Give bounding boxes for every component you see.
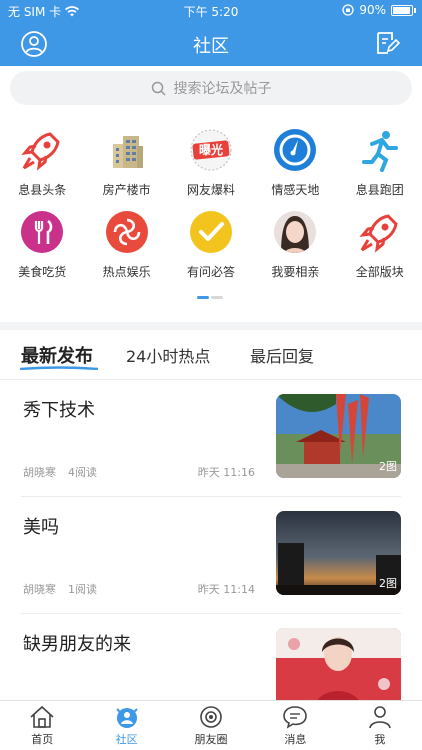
tabbar-label: 社区 [115,733,138,746]
swirl-icon [105,210,149,254]
battery-cap [414,7,416,13]
post-meta: 胡晓寒 4阅读 [23,464,97,480]
portrait-avatar-icon [273,210,317,254]
checkmark-icon [189,210,233,254]
friends-circle-icon [200,706,222,728]
feed-tabs: 最新发布 24小时热点 最后回复 [0,330,422,380]
category-running-club[interactable]: 息县跑团 [338,128,422,210]
category-label: 美食吃货 [18,265,67,279]
badge-text: 曝光 [198,142,223,157]
page-dot [211,296,223,299]
home-icon [30,705,54,728]
post-meta: 胡晓寒 1阅读 [23,581,97,597]
category-food[interactable]: 美食吃货 [0,210,84,292]
tabbar-label: 首页 [31,733,54,746]
nav-bar: 社区 [0,22,422,66]
tabbar-home[interactable]: 首页 [0,701,84,750]
category-tips[interactable]: 曝光 网友爆料 [169,128,253,210]
post-item[interactable]: 秀下技术 胡晓寒 4阅读 昨天 11:16 2图 [21,380,401,497]
page-title: 社区 [193,36,229,57]
edit-note-icon [377,32,401,54]
post-thumbnail[interactable]: 2图 [276,511,401,595]
category-matchmaking[interactable]: 我要相亲 [253,210,337,292]
profile-icon [369,706,391,729]
search-bar: 搜索论坛及帖子 [0,66,422,112]
status-bar: 无 SIM 卡 下午 5:20 90% [0,0,422,22]
tab-last-reply[interactable]: 最后回复 [250,343,314,367]
category-label: 息县跑团 [355,183,404,197]
tab-24h-hot[interactable]: 24小时热点 [126,343,210,367]
rocket-icon [20,128,64,172]
post-time: 昨天 11:16 [197,466,255,479]
category-label: 热点娱乐 [102,265,151,279]
category-label: 有问必答 [186,265,235,279]
post-title: 缺男朋友的来 [23,634,131,655]
category-real-estate[interactable]: 房产楼市 [84,128,168,210]
community-icon [115,708,138,728]
image-count-badge: 2图 [379,460,397,473]
search-input[interactable]: 搜索论坛及帖子 [10,71,412,105]
post-list: 秀下技术 胡晓寒 4阅读 昨天 11:16 2图 美吗 胡晓寒 1阅读 昨天 1… [0,380,422,731]
post-time: 昨天 11:14 [197,583,255,596]
page-dot-active [197,296,209,299]
runner-icon [358,128,402,172]
category-entertainment[interactable]: 热点娱乐 [84,210,168,292]
tabbar-community[interactable]: 社区 [84,701,168,750]
battery-icon [391,4,413,16]
category-label: 网友爆料 [186,183,235,197]
image-count-badge: 2图 [379,577,397,590]
section-divider [0,322,422,330]
category-emotions[interactable]: 情感天地 [253,128,337,210]
category-label: 全部版块 [355,265,404,279]
post-author: 胡晓寒 [23,583,56,596]
battery-percent: 90% [359,3,386,17]
building-icon [105,128,149,172]
battery-group: 90% [342,3,416,17]
category-label: 息县头条 [18,183,67,197]
post-item[interactable]: 美吗 胡晓寒 1阅读 昨天 11:14 2图 [21,497,401,614]
message-icon [283,706,308,729]
category-qa[interactable]: 有问必答 [169,210,253,292]
post-title: 秀下技术 [23,400,95,421]
tabbar-messages[interactable]: 消息 [253,701,337,750]
post-reads: 4阅读 [68,466,97,479]
search-placeholder: 搜索论坛及帖子 [173,81,272,97]
tabbar-friends-circle[interactable]: 朋友圈 [169,701,253,750]
compass-icon [273,128,317,172]
tabbar-me[interactable]: 我 [338,701,422,750]
tabbar-label: 朋友圈 [194,733,228,746]
post-title: 美吗 [23,517,59,538]
exposure-badge-icon: 曝光 [189,128,233,172]
bottom-tab-bar: 首页 社区 朋友圈 消息 我 [0,700,422,750]
tabbar-label: 我 [374,733,386,746]
tab-latest[interactable]: 最新发布 [21,342,93,368]
category-grid: 息县头条 房产楼市 曝光 网友爆料 情感天地 息县跑团 美食吃货 热点娱乐 有问… [0,128,422,292]
post-reads: 1阅读 [68,583,97,596]
category-label: 房产楼市 [102,183,151,197]
rocket-icon [358,210,402,254]
category-label: 情感天地 [271,183,320,197]
post-thumbnail[interactable]: 2图 [276,394,401,478]
fork-knife-icon [20,210,64,254]
post-author: 胡晓寒 [23,466,56,479]
page-indicator [197,296,223,299]
category-all-boards[interactable]: 全部版块 [338,210,422,292]
tabbar-label: 消息 [284,733,307,746]
tab-active-underline [20,366,98,370]
orientation-lock-icon [342,4,354,16]
category-label: 我要相亲 [271,265,320,279]
category-xixian-headlines[interactable]: 息县头条 [0,128,84,210]
search-icon [151,81,166,96]
compose-button[interactable] [374,30,402,58]
